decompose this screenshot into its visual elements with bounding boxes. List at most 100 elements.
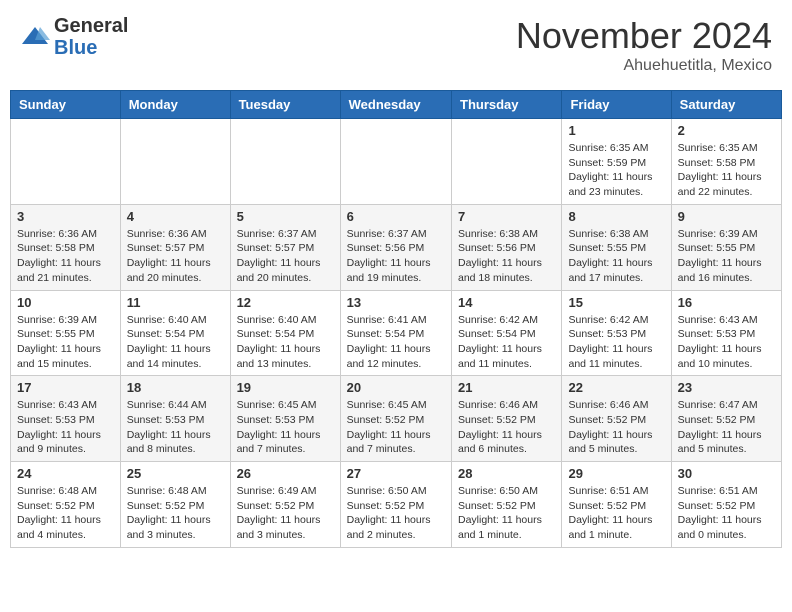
day-number: 4: [127, 209, 224, 224]
day-number: 23: [678, 380, 775, 395]
day-number: 17: [17, 380, 114, 395]
day-number: 29: [568, 466, 664, 481]
day-info: Sunrise: 6:51 AMSunset: 5:52 PMDaylight:…: [568, 484, 664, 543]
day-info: Sunrise: 6:48 AMSunset: 5:52 PMDaylight:…: [127, 484, 224, 543]
calendar-cell: 5Sunrise: 6:37 AMSunset: 5:57 PMDaylight…: [230, 204, 340, 290]
calendar-week-row: 24Sunrise: 6:48 AMSunset: 5:52 PMDayligh…: [11, 462, 782, 548]
calendar-cell: 12 Sunrise: 6:40 AMSunset: 5:54 PMDayligh…: [230, 290, 340, 376]
calendar-cell: 20 Sunrise: 6:45 AMSunset: 5:52 PMDayligh…: [340, 376, 451, 462]
day-number: 9: [678, 209, 775, 224]
weekday-header-tuesday: Tuesday: [230, 91, 340, 119]
calendar-week-row: 1 Sunrise: 6:35 AMSunset: 5:59 PMDaylight…: [11, 119, 782, 205]
calendar-cell: 26Sunrise: 6:49 AMSunset: 5:52 PMDayligh…: [230, 462, 340, 548]
day-number: 8: [568, 209, 664, 224]
calendar-cell: 11Sunrise: 6:40 AMSunset: 5:54 PMDayligh…: [120, 290, 230, 376]
calendar-header: SundayMondayTuesdayWednesdayThursdayFrid…: [11, 91, 782, 119]
day-number: 19: [237, 380, 334, 395]
calendar-cell: 22 Sunrise: 6:46 AMSunset: 5:52 PMDayligh…: [562, 376, 671, 462]
calendar-cell: [11, 119, 121, 205]
calendar-cell: 27Sunrise: 6:50 AMSunset: 5:52 PMDayligh…: [340, 462, 451, 548]
calendar-cell: 3Sunrise: 6:36 AMSunset: 5:58 PMDaylight…: [11, 204, 121, 290]
day-number: 14: [458, 295, 555, 310]
calendar-cell: 9Sunrise: 6:39 AMSunset: 5:55 PMDaylight…: [671, 204, 781, 290]
calendar-cell: 4 Sunrise: 6:36 AMSunset: 5:57 PMDaylight…: [120, 204, 230, 290]
day-info: Sunrise: 6:35 AMSunset: 5:59 PMDaylight:…: [568, 141, 664, 200]
day-info: Sunrise: 6:41 AMSunset: 5:54 PMDaylight:…: [347, 313, 445, 372]
calendar-cell: 6 Sunrise: 6:37 AMSunset: 5:56 PMDaylight…: [340, 204, 451, 290]
day-info: Sunrise: 6:45 AMSunset: 5:53 PMDaylight:…: [237, 398, 334, 457]
calendar-table: SundayMondayTuesdayWednesdayThursdayFrid…: [10, 90, 782, 548]
day-info: Sunrise: 6:37 AMSunset: 5:56 PMDaylight:…: [347, 227, 445, 286]
calendar-cell: 28 Sunrise: 6:50 AMSunset: 5:52 PMDayligh…: [452, 462, 562, 548]
day-number: 13: [347, 295, 445, 310]
day-info: Sunrise: 6:46 AMSunset: 5:52 PMDaylight:…: [568, 398, 664, 457]
calendar-cell: 23 Sunrise: 6:47 AMSunset: 5:52 PMDayligh…: [671, 376, 781, 462]
weekday-header-saturday: Saturday: [671, 91, 781, 119]
day-info: Sunrise: 6:50 AMSunset: 5:52 PMDaylight:…: [347, 484, 445, 543]
calendar-cell: 24Sunrise: 6:48 AMSunset: 5:52 PMDayligh…: [11, 462, 121, 548]
day-number: 20: [347, 380, 445, 395]
page-header: General Blue November 2024 Ahuehuetitla,…: [10, 10, 782, 80]
day-number: 11: [127, 295, 224, 310]
day-info: Sunrise: 6:51 AMSunset: 5:52 PMDaylight:…: [678, 484, 775, 543]
calendar-week-row: 10 Sunrise: 6:39 AMSunset: 5:55 PMDayligh…: [11, 290, 782, 376]
calendar-cell: 7Sunrise: 6:38 AMSunset: 5:56 PMDaylight…: [452, 204, 562, 290]
day-number: 22: [568, 380, 664, 395]
calendar-cell: 1 Sunrise: 6:35 AMSunset: 5:59 PMDaylight…: [562, 119, 671, 205]
calendar-cell: 14 Sunrise: 6:42 AMSunset: 5:54 PMDayligh…: [452, 290, 562, 376]
day-number: 21: [458, 380, 555, 395]
calendar-week-row: 3Sunrise: 6:36 AMSunset: 5:58 PMDaylight…: [11, 204, 782, 290]
month-title: November 2024: [516, 15, 772, 57]
day-number: 1: [568, 123, 664, 138]
weekday-header-row: SundayMondayTuesdayWednesdayThursdayFrid…: [11, 91, 782, 119]
calendar-cell: 15Sunrise: 6:42 AMSunset: 5:53 PMDayligh…: [562, 290, 671, 376]
calendar-cell: 30 Sunrise: 6:51 AMSunset: 5:52 PMDayligh…: [671, 462, 781, 548]
day-number: 28: [458, 466, 555, 481]
day-info: Sunrise: 6:37 AMSunset: 5:57 PMDaylight:…: [237, 227, 334, 286]
calendar-cell: 10 Sunrise: 6:39 AMSunset: 5:55 PMDayligh…: [11, 290, 121, 376]
calendar-cell: 17Sunrise: 6:43 AMSunset: 5:53 PMDayligh…: [11, 376, 121, 462]
calendar-cell: 18 Sunrise: 6:44 AMSunset: 5:53 PMDayligh…: [120, 376, 230, 462]
day-number: 10: [17, 295, 114, 310]
logo-icon: [20, 22, 50, 52]
day-info: Sunrise: 6:42 AMSunset: 5:53 PMDaylight:…: [568, 313, 664, 372]
calendar-cell: [340, 119, 451, 205]
day-info: Sunrise: 6:44 AMSunset: 5:53 PMDaylight:…: [127, 398, 224, 457]
weekday-header-friday: Friday: [562, 91, 671, 119]
calendar-cell: 13 Sunrise: 6:41 AMSunset: 5:54 PMDayligh…: [340, 290, 451, 376]
day-number: 30: [678, 466, 775, 481]
calendar-cell: [120, 119, 230, 205]
calendar-cell: 2Sunrise: 6:35 AMSunset: 5:58 PMDaylight…: [671, 119, 781, 205]
day-number: 6: [347, 209, 445, 224]
calendar-cell: 19 Sunrise: 6:45 AMSunset: 5:53 PMDayligh…: [230, 376, 340, 462]
calendar-cell: 8Sunrise: 6:38 AMSunset: 5:55 PMDaylight…: [562, 204, 671, 290]
day-info: Sunrise: 6:40 AMSunset: 5:54 PMDaylight:…: [237, 313, 334, 372]
calendar-cell: 16Sunrise: 6:43 AMSunset: 5:53 PMDayligh…: [671, 290, 781, 376]
weekday-header-wednesday: Wednesday: [340, 91, 451, 119]
title-section: November 2024 Ahuehuetitla, Mexico: [516, 15, 772, 75]
day-info: Sunrise: 6:48 AMSunset: 5:52 PMDaylight:…: [17, 484, 114, 543]
day-info: Sunrise: 6:36 AMSunset: 5:57 PMDaylight:…: [127, 227, 224, 286]
day-number: 3: [17, 209, 114, 224]
day-info: Sunrise: 6:35 AMSunset: 5:58 PMDaylight:…: [678, 141, 775, 200]
calendar-cell: 25 Sunrise: 6:48 AMSunset: 5:52 PMDayligh…: [120, 462, 230, 548]
day-number: 16: [678, 295, 775, 310]
day-number: 18: [127, 380, 224, 395]
day-info: Sunrise: 6:42 AMSunset: 5:54 PMDaylight:…: [458, 313, 555, 372]
calendar-cell: 21 Sunrise: 6:46 AMSunset: 5:52 PMDayligh…: [452, 376, 562, 462]
logo-general-text: General: [54, 15, 128, 37]
calendar-cell: [452, 119, 562, 205]
day-number: 25: [127, 466, 224, 481]
day-info: Sunrise: 6:50 AMSunset: 5:52 PMDaylight:…: [458, 484, 555, 543]
day-info: Sunrise: 6:47 AMSunset: 5:52 PMDaylight:…: [678, 398, 775, 457]
day-number: 7: [458, 209, 555, 224]
day-info: Sunrise: 6:46 AMSunset: 5:52 PMDaylight:…: [458, 398, 555, 457]
calendar-cell: 29 Sunrise: 6:51 AMSunset: 5:52 PMDayligh…: [562, 462, 671, 548]
weekday-header-monday: Monday: [120, 91, 230, 119]
calendar-cell: [230, 119, 340, 205]
day-info: Sunrise: 6:39 AMSunset: 5:55 PMDaylight:…: [17, 313, 114, 372]
calendar-body: 1 Sunrise: 6:35 AMSunset: 5:59 PMDaylight…: [11, 119, 782, 548]
day-info: Sunrise: 6:45 AMSunset: 5:52 PMDaylight:…: [347, 398, 445, 457]
day-number: 12: [237, 295, 334, 310]
logo: General Blue: [20, 15, 128, 59]
